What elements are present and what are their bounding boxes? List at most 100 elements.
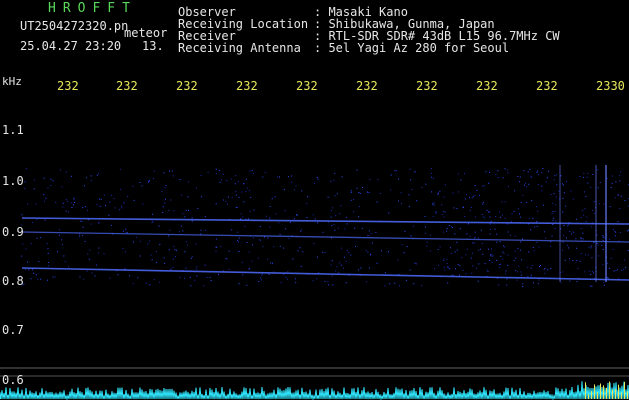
noise-speck — [195, 268, 197, 270]
noise-speck — [469, 197, 470, 199]
noise-speck — [129, 275, 131, 277]
noise-speck — [284, 210, 286, 212]
noise-speck — [261, 274, 263, 276]
noise-speck — [21, 214, 23, 216]
noise-speck — [582, 210, 584, 212]
noise-speck — [259, 225, 261, 227]
noise-speck — [348, 252, 350, 253]
noise-speck — [563, 234, 565, 236]
noise-speck — [318, 272, 320, 274]
noise-speck — [469, 209, 471, 211]
noise-speck — [491, 248, 493, 250]
noise-speck — [295, 282, 297, 284]
noise-speck — [108, 214, 110, 216]
noise-speck — [389, 283, 391, 285]
noise-speck — [209, 277, 211, 278]
noise-speck — [500, 255, 502, 257]
noise-speck — [566, 181, 568, 183]
noise-speck — [228, 250, 230, 252]
noise-speck — [191, 256, 193, 258]
noise-speck — [456, 241, 458, 243]
noise-speck — [174, 249, 176, 251]
noise-speck — [147, 243, 149, 245]
noise-speck — [61, 186, 63, 188]
noise-speck — [612, 228, 614, 230]
noise-speck — [333, 179, 335, 181]
noise-speck — [330, 264, 332, 266]
noise-speck — [550, 245, 552, 247]
noise-speck — [553, 217, 555, 219]
noise-speck — [84, 185, 85, 187]
signal-line-lower — [21, 267, 629, 281]
noise-speck — [343, 267, 344, 269]
noise-speck — [25, 248, 27, 250]
noise-speck — [472, 265, 474, 267]
noise-speck — [446, 230, 448, 232]
noise-speck — [181, 194, 183, 196]
noise-speck — [399, 285, 400, 287]
noise-speck — [565, 205, 567, 207]
noise-speck — [494, 228, 496, 230]
noise-speck — [195, 243, 197, 245]
noise-speck — [560, 175, 562, 177]
noise-speck — [44, 200, 45, 202]
x-tick: 232 — [296, 79, 318, 93]
noise-speck — [34, 179, 36, 181]
noise-speck — [242, 274, 244, 276]
noise-speck — [594, 212, 595, 214]
noise-speck — [487, 270, 489, 272]
noise-speck — [122, 230, 124, 232]
noise-speck — [283, 273, 285, 275]
noise-speck — [459, 274, 460, 276]
noise-speck — [506, 284, 508, 286]
noise-speck — [429, 250, 431, 252]
noise-speck — [602, 264, 604, 266]
noise-speck — [22, 243, 24, 245]
noise-speck — [612, 175, 613, 177]
noise-speck — [162, 206, 164, 208]
noise-speck — [339, 262, 341, 264]
noise-speck — [328, 284, 330, 286]
noise-speck — [563, 192, 565, 194]
noise-speck — [450, 226, 452, 228]
noise-speck — [468, 223, 469, 225]
noise-speck — [552, 203, 554, 205]
noise-speck — [276, 176, 278, 178]
noise-speck — [210, 280, 212, 281]
noise-speck — [64, 261, 66, 263]
noise-speck — [40, 278, 42, 280]
noise-speck — [576, 247, 578, 249]
noise-speck — [531, 274, 532, 276]
noise-speck — [518, 265, 520, 267]
noise-speck — [587, 182, 589, 184]
noise-speck — [623, 268, 625, 270]
noise-speck — [90, 223, 92, 225]
amplitude-line — [0, 381, 629, 400]
noise-speck — [388, 251, 389, 253]
noise-speck — [588, 270, 590, 272]
noise-speck — [258, 281, 260, 282]
noise-speck — [580, 237, 582, 239]
noise-speck — [188, 209, 190, 211]
noise-speck — [80, 220, 81, 222]
noise-speck — [302, 251, 304, 253]
noise-speck — [461, 257, 463, 259]
noise-speck — [249, 268, 251, 270]
x-tick: 232 — [536, 79, 558, 93]
noise-speck — [596, 242, 598, 244]
noise-speck — [551, 235, 553, 237]
noise-speck — [266, 215, 268, 217]
noise-speck — [121, 205, 123, 207]
noise-speck — [95, 264, 97, 266]
noise-speck — [109, 201, 111, 203]
noise-speck — [150, 254, 152, 256]
noise-speck — [330, 210, 332, 212]
noise-speck — [191, 220, 193, 222]
noise-speck — [556, 174, 558, 176]
noise-speck — [317, 256, 318, 258]
noise-speck — [457, 173, 459, 175]
noise-speck — [111, 195, 113, 196]
noise-speck — [27, 261, 28, 263]
noise-speck — [37, 278, 39, 280]
noise-speck — [602, 239, 604, 241]
